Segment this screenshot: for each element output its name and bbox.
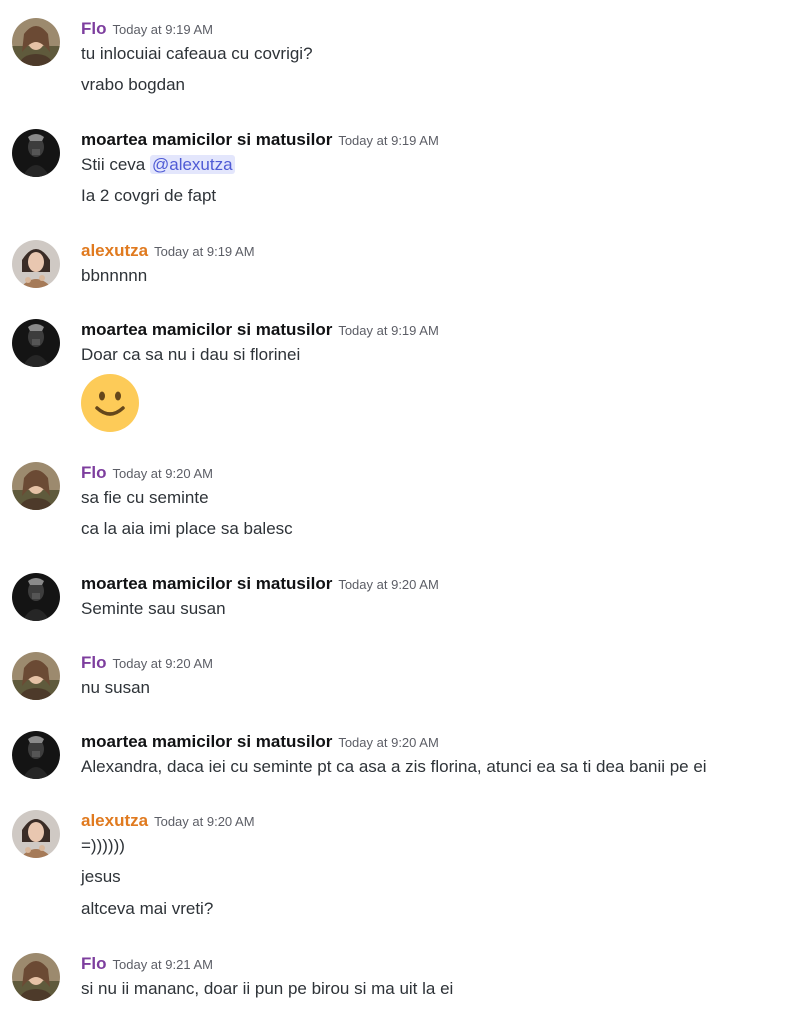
message-header: moartea mamicilor si matusilor Today at 9… xyxy=(81,319,439,341)
username[interactable]: moartea mamicilor si matusilor xyxy=(81,130,332,149)
message-text: Ia 2 covgri de fapt xyxy=(81,186,217,205)
message-header: alexutza Today at 9:20 AM xyxy=(81,810,255,832)
message-text: vrabo bogdan xyxy=(81,75,185,94)
message-text: Seminte sau susan xyxy=(81,599,226,618)
avatar-moartea[interactable] xyxy=(12,129,60,177)
username[interactable]: Flo xyxy=(81,954,107,973)
message-text: Stii ceva @alexutza xyxy=(81,154,235,176)
message-text: jesus xyxy=(81,867,121,886)
message-text: Doar ca sa nu i dau si florinei xyxy=(81,345,301,364)
username[interactable]: moartea mamicilor si matusilor xyxy=(81,320,332,339)
avatar-moartea[interactable] xyxy=(12,319,60,367)
message-text: bbnnnnn xyxy=(81,266,148,285)
message-text: tu inlocuiai cafeaua cu covrigi? xyxy=(81,44,313,63)
message-header: Flo Today at 9:20 AM xyxy=(81,462,213,484)
username[interactable]: alexutza xyxy=(81,811,148,830)
avatar-flo[interactable] xyxy=(12,462,60,510)
slightly-smiling-face-icon[interactable] xyxy=(81,374,139,432)
avatar-moartea[interactable] xyxy=(12,573,60,621)
message-text: sa fie cu seminte xyxy=(81,488,209,507)
timestamp: Today at 9:20 AM xyxy=(112,466,213,481)
chat-log: Flo Today at 9:19 AM tu inlocuiai cafeaua… xyxy=(0,0,798,1023)
avatar-alexutza[interactable] xyxy=(12,810,60,858)
timestamp: Today at 9:20 AM xyxy=(112,656,213,671)
avatar-flo[interactable] xyxy=(12,652,60,700)
message-header: moartea mamicilor si matusilor Today at 9… xyxy=(81,129,439,151)
username[interactable]: alexutza xyxy=(81,241,148,260)
timestamp: Today at 9:20 AM xyxy=(154,814,255,829)
message-header: Flo Today at 9:19 AM xyxy=(81,18,213,40)
message-header: Flo Today at 9:21 AM xyxy=(81,953,213,975)
timestamp: Today at 9:19 AM xyxy=(154,244,255,259)
message-header: Flo Today at 9:20 AM xyxy=(81,652,213,674)
avatar-moartea[interactable] xyxy=(12,731,60,779)
username[interactable]: Flo xyxy=(81,463,107,482)
message-header: moartea mamicilor si matusilor Today at 9… xyxy=(81,731,439,753)
message-header: moartea mamicilor si matusilor Today at 9… xyxy=(81,573,439,595)
username[interactable]: moartea mamicilor si matusilor xyxy=(81,574,332,593)
avatar-alexutza[interactable] xyxy=(12,240,60,288)
message-text-part: Stii ceva xyxy=(81,155,150,174)
message-text: Alexandra, daca iei cu seminte pt ca asa… xyxy=(81,757,707,776)
avatar-flo[interactable] xyxy=(12,953,60,1001)
username[interactable]: Flo xyxy=(81,653,107,672)
message-text: ca la aia imi place sa balesc xyxy=(81,519,293,538)
message-header: alexutza Today at 9:19 AM xyxy=(81,240,255,262)
timestamp: Today at 9:21 AM xyxy=(112,957,213,972)
username[interactable]: moartea mamicilor si matusilor xyxy=(81,732,332,751)
timestamp: Today at 9:19 AM xyxy=(338,323,439,338)
timestamp: Today at 9:20 AM xyxy=(338,577,439,592)
message-text: si nu ii mananc, doar ii pun pe birou si… xyxy=(81,979,454,998)
timestamp: Today at 9:19 AM xyxy=(338,133,439,148)
timestamp: Today at 9:20 AM xyxy=(338,735,439,750)
message-text: nu susan xyxy=(81,678,150,697)
mention-alexutza[interactable]: @alexutza xyxy=(149,155,235,174)
avatar-flo[interactable] xyxy=(12,18,60,66)
username[interactable]: Flo xyxy=(81,19,107,38)
message-text: altceva mai vreti? xyxy=(81,899,214,918)
message-text: =)))))) xyxy=(81,836,125,855)
timestamp: Today at 9:19 AM xyxy=(112,22,213,37)
